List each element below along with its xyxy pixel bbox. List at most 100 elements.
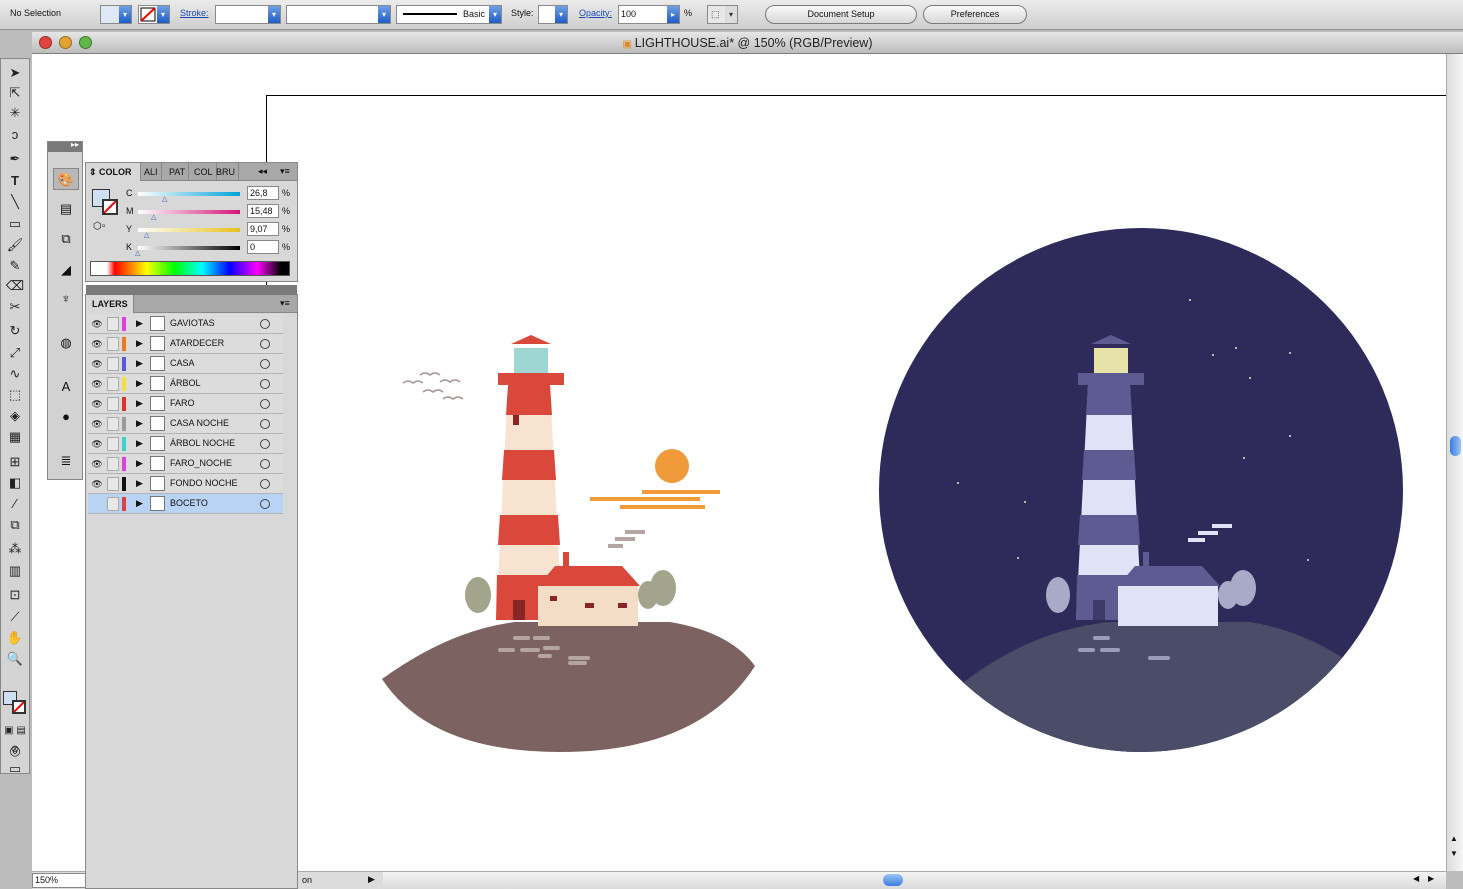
visibility-eye-icon[interactable]: 👁 <box>91 418 103 430</box>
scroll-right-arrow-icon[interactable]: ▶ <box>1428 874 1434 883</box>
yellow-slider[interactable] <box>138 228 240 232</box>
collapse-arrows-icon[interactable]: ◂◂ <box>258 166 267 177</box>
minimize-window-icon[interactable] <box>59 36 72 49</box>
gradient-panel-icon[interactable]: ◢ <box>53 259 79 281</box>
scroll-left-arrow-icon[interactable]: ◀ <box>1413 874 1419 883</box>
visibility-eye-icon[interactable]: 👁 <box>91 378 103 390</box>
scroll-down-arrow-icon[interactable]: ▼ <box>1450 849 1458 858</box>
close-window-icon[interactable] <box>39 36 52 49</box>
lasso-tool-icon[interactable]: ↄ <box>4 125 26 144</box>
status-menu-arrow-icon[interactable]: ▶ <box>368 874 375 885</box>
magenta-value[interactable]: 15,48 <box>247 204 279 218</box>
out-of-gamut-icon[interactable]: ⬡▫ <box>93 221 105 232</box>
tab-pathfinder[interactable]: PAT <box>166 163 190 181</box>
target-circle-icon[interactable] <box>260 319 270 329</box>
preferences-button[interactable]: Preferences <box>923 5 1027 24</box>
expand-triangle-icon[interactable]: ▶ <box>136 358 143 369</box>
target-circle-icon[interactable] <box>260 499 270 509</box>
selection-tool-icon[interactable]: ➤ <box>4 63 26 82</box>
expand-triangle-icon[interactable]: ▶ <box>136 398 143 409</box>
rotate-tool-icon[interactable]: ↻ <box>4 321 26 340</box>
brushes-panel-icon[interactable]: ♆ <box>53 288 79 310</box>
warp-tool-icon[interactable]: ∿ <box>4 364 26 383</box>
expand-triangle-icon[interactable]: ▶ <box>136 478 143 489</box>
zoom-window-icon[interactable] <box>79 36 92 49</box>
black-slider[interactable] <box>138 246 240 250</box>
layers-panel-header[interactable] <box>86 285 297 295</box>
lock-toggle[interactable] <box>107 437 119 451</box>
color-panel-icon[interactable]: 🎨 <box>53 168 79 190</box>
column-graph-tool-icon[interactable]: ▥ <box>4 561 26 580</box>
opacity-field[interactable]: 100 ▸ <box>618 5 680 24</box>
scissors-tool-icon[interactable]: ✂ <box>4 297 26 316</box>
target-circle-icon[interactable] <box>260 399 270 409</box>
layer-row[interactable]: 👁 ▶ FARO <box>88 394 283 414</box>
blend-tool-icon[interactable]: ⧉ <box>4 515 26 534</box>
yellow-value[interactable]: 9,07 <box>247 222 279 236</box>
expand-triangle-icon[interactable]: ▶ <box>136 458 143 469</box>
layer-row[interactable]: 👁 ▶ ÁRBOL <box>88 374 283 394</box>
layers-panel-icon[interactable]: ≣ <box>53 450 79 472</box>
visibility-eye-icon[interactable]: 👁 <box>91 458 103 470</box>
style-swatch[interactable]: ▾ <box>538 5 568 24</box>
direct-selection-tool-icon[interactable]: ⇱ <box>4 83 26 102</box>
lock-toggle[interactable] <box>107 337 119 351</box>
layer-name[interactable]: BOCETO <box>170 498 208 508</box>
target-circle-icon[interactable] <box>260 479 270 489</box>
panel-menu-icon[interactable]: ▾≡ <box>280 298 290 309</box>
artboard-tool-icon[interactable]: ⊡ <box>4 585 26 604</box>
target-circle-icon[interactable] <box>260 379 270 389</box>
visibility-eye-icon[interactable] <box>91 498 103 510</box>
layer-name[interactable]: CASA NOCHE <box>170 418 229 428</box>
horizontal-scroll-thumb[interactable] <box>883 874 903 886</box>
scale-tool-icon[interactable]: ⤢ <box>4 343 26 362</box>
layer-name[interactable]: ÁRBOL <box>170 378 201 388</box>
target-circle-icon[interactable] <box>260 419 270 429</box>
expand-triangle-icon[interactable]: ▶ <box>136 438 143 449</box>
free-transform-tool-icon[interactable]: ⬚ <box>4 385 26 404</box>
opacity-label[interactable]: Opacity: <box>579 8 612 18</box>
layer-name[interactable]: FARO_NOCHE <box>170 458 232 468</box>
expand-triangle-icon[interactable]: ▶ <box>136 418 143 429</box>
target-circle-icon[interactable] <box>260 359 270 369</box>
zoom-tool-icon[interactable]: 🔍 <box>4 649 26 668</box>
rectangle-tool-icon[interactable]: ▭ <box>4 214 26 233</box>
visibility-eye-icon[interactable]: 👁 <box>91 398 103 410</box>
stroke-color-swatch[interactable]: ▾ <box>138 5 170 24</box>
layer-name[interactable]: FONDO NOCHE <box>170 478 238 488</box>
cyan-slider[interactable] <box>138 192 240 196</box>
expand-triangle-icon[interactable]: ▶ <box>136 338 143 349</box>
transparency-button[interactable]: ⬚ ▾ <box>707 5 738 24</box>
target-circle-icon[interactable] <box>260 339 270 349</box>
tab-layers[interactable]: LAYERS <box>86 295 134 313</box>
pencil-tool-icon[interactable]: ✎ <box>4 256 26 275</box>
character-panel-icon[interactable]: A <box>53 376 79 398</box>
tab-brushes[interactable]: BRU <box>213 163 240 181</box>
stroke-weight-field[interactable]: ▾ <box>215 5 281 24</box>
layer-row[interactable]: 👁 ▶ FONDO NOCHE <box>88 474 283 494</box>
lock-toggle[interactable] <box>107 417 119 431</box>
hand-tool-icon[interactable]: ✋ <box>4 628 26 647</box>
variable-width-profile[interactable]: ▾ <box>286 5 391 24</box>
pathfinder-panel-icon[interactable]: ⧉ <box>53 228 79 250</box>
slider-thumb-icon[interactable]: △ <box>135 249 140 257</box>
zoom-level-field[interactable]: 150% <box>32 873 86 888</box>
brush-definition[interactable]: Basic ▾ <box>396 5 502 24</box>
type-tool-icon[interactable]: T <box>4 171 26 190</box>
mesh-tool-icon[interactable]: ⊞ <box>4 452 26 471</box>
paintbrush-tool-icon[interactable]: 🖌 <box>4 235 26 254</box>
tab-color[interactable]: ⇕ COLOR <box>86 163 141 181</box>
slice-tool-icon[interactable]: ⟋ <box>4 607 26 626</box>
visibility-eye-icon[interactable]: 👁 <box>91 358 103 370</box>
fill-color-swatch[interactable]: ▾ <box>100 5 132 24</box>
dock-header[interactable]: ▸▸ <box>48 140 82 152</box>
cyan-value[interactable]: 26,8 <box>247 186 279 200</box>
pen-tool-icon[interactable]: ✒ <box>4 149 26 168</box>
target-circle-icon[interactable] <box>260 459 270 469</box>
slider-thumb-icon[interactable]: △ <box>162 195 167 203</box>
lock-toggle[interactable] <box>107 397 119 411</box>
lock-toggle[interactable] <box>107 377 119 391</box>
expand-triangle-icon[interactable]: ▶ <box>136 318 143 329</box>
lock-toggle[interactable] <box>107 357 119 371</box>
visibility-eye-icon[interactable]: 👁 <box>91 318 103 330</box>
